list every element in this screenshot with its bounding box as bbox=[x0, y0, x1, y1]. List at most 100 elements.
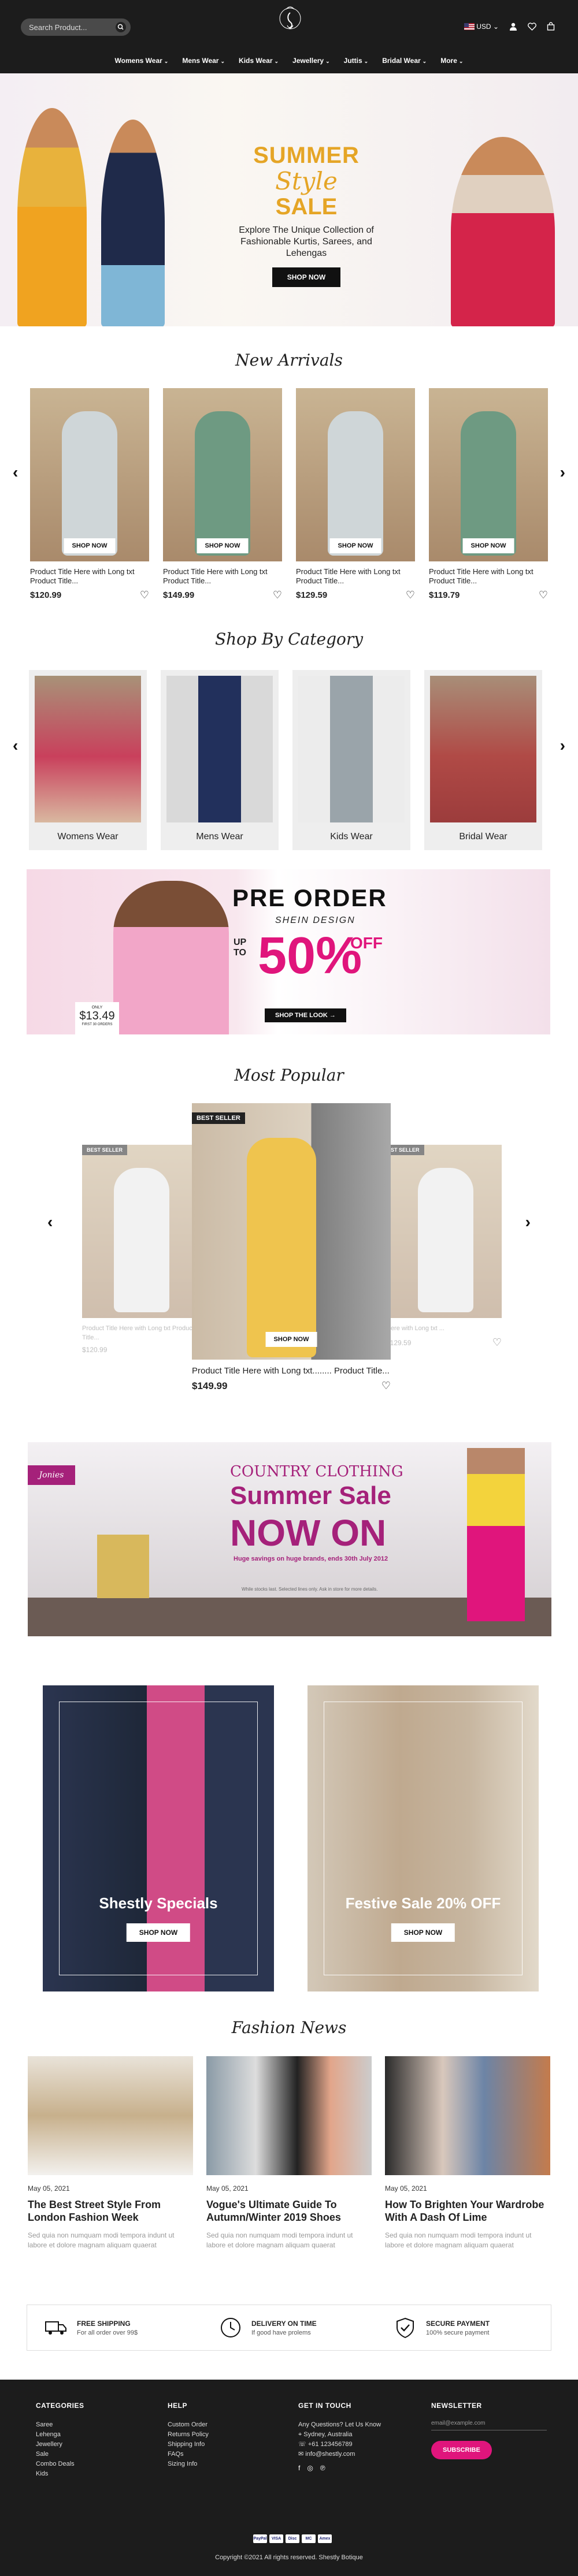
footer-link[interactable]: Kids bbox=[36, 2469, 84, 2479]
product-title[interactable]: Product Title Here with Long txt Product… bbox=[296, 567, 415, 586]
cart-bag-icon[interactable] bbox=[547, 22, 555, 31]
category-card-mens[interactable]: Mens Wear bbox=[161, 670, 279, 850]
heart-icon[interactable]: ♡ bbox=[381, 1380, 391, 1392]
promo-festive-sale[interactable]: Festive Sale 20% OFF SHOP NOW bbox=[307, 1685, 539, 1991]
newsletter-email-input[interactable]: email@example.com bbox=[431, 2420, 547, 2430]
nav-mens-wear[interactable]: Mens Wear ⌄ bbox=[182, 57, 225, 65]
footer-link[interactable]: Custom Order bbox=[168, 2420, 209, 2430]
carousel-prev-arrow[interactable]: ‹ bbox=[13, 463, 18, 482]
subscribe-button[interactable]: SUBSCRIBE bbox=[431, 2441, 492, 2459]
hero-shop-now-button[interactable]: SHOP NOW bbox=[272, 267, 341, 287]
footer-link[interactable]: Sale bbox=[36, 2450, 84, 2459]
nav-womens-wear[interactable]: Womens Wear ⌄ bbox=[115, 57, 169, 65]
currency-selector[interactable]: USD ⌄ bbox=[464, 23, 499, 31]
category-label[interactable]: Bridal Wear bbox=[424, 828, 542, 850]
product-card[interactable]: SHOP NOW Product Title Here with Long tx… bbox=[296, 388, 415, 601]
footer-link[interactable]: Combo Deals bbox=[36, 2459, 84, 2469]
news-title[interactable]: Vogue's Ultimate Guide To Autumn/Winter … bbox=[206, 2198, 372, 2224]
nav-jewellery[interactable]: Jewellery ⌄ bbox=[292, 57, 330, 65]
shop-now-button[interactable]: SHOP NOW bbox=[391, 1923, 455, 1942]
heart-icon[interactable]: ♡ bbox=[539, 589, 548, 601]
category-label[interactable]: Kids Wear bbox=[292, 828, 410, 850]
news-title[interactable]: The Best Street Style From London Fashio… bbox=[28, 2198, 193, 2224]
news-date: May 05, 2021 bbox=[28, 2184, 70, 2192]
truck-icon bbox=[45, 2321, 66, 2335]
shop-now-button[interactable]: SHOP NOW bbox=[265, 1332, 317, 1347]
category-card-womens[interactable]: Womens Wear bbox=[29, 670, 147, 850]
nav-kids-wear[interactable]: Kids Wear ⌄ bbox=[239, 57, 279, 65]
product-title[interactable]: Product Title Here with Long txt Product… bbox=[30, 567, 149, 586]
wishlist-heart-icon[interactable] bbox=[528, 22, 536, 31]
product-image[interactable]: SHOP NOW bbox=[296, 388, 415, 561]
shop-now-button[interactable]: SHOP NOW bbox=[197, 538, 249, 553]
category-label[interactable]: Womens Wear bbox=[29, 828, 147, 850]
nav-bridal-wear[interactable]: Bridal Wear ⌄ bbox=[382, 57, 427, 65]
news-title[interactable]: How To Brighten Your Wardrobe With A Das… bbox=[385, 2198, 550, 2224]
promo-shestly-specials[interactable]: Shestly Specials SHOP NOW bbox=[43, 1685, 274, 1991]
popular-prev-arrow[interactable]: ‹ bbox=[47, 1213, 53, 1231]
footer-link[interactable]: Returns Policy bbox=[168, 2430, 209, 2440]
news-image[interactable] bbox=[385, 2056, 550, 2175]
heart-icon[interactable]: ♡ bbox=[140, 589, 149, 601]
preorder-banner[interactable]: ONLY $13.49 FIRST 30 ORDERS PRE ORDER SH… bbox=[27, 869, 550, 1034]
footer-link[interactable]: Shipping Info bbox=[168, 2440, 209, 2450]
pinterest-icon[interactable]: ℗ bbox=[320, 2464, 325, 2472]
product-title[interactable]: Product Title Here with Long txt Product… bbox=[163, 567, 282, 586]
instagram-icon[interactable]: ◎ bbox=[307, 2464, 313, 2472]
product-image[interactable]: SHOP NOW bbox=[429, 388, 548, 561]
currency-label: USD bbox=[476, 22, 491, 31]
category-next-arrow[interactable]: › bbox=[560, 736, 565, 755]
category-label[interactable]: Mens Wear bbox=[161, 828, 279, 850]
child-model-image bbox=[467, 1448, 525, 1621]
category-card-bridal[interactable]: Bridal Wear bbox=[424, 670, 542, 850]
product-image[interactable]: SHOP NOW bbox=[30, 388, 149, 561]
footer-link[interactable]: Lehenga bbox=[36, 2430, 84, 2440]
news-card[interactable]: May 05, 2021 Vogue's Ultimate Guide To A… bbox=[206, 2056, 372, 2250]
product-card[interactable]: SHOP NOW Product Title Here with Long tx… bbox=[163, 388, 282, 601]
search-icon[interactable] bbox=[116, 22, 126, 32]
footer-link[interactable]: Sizing Info bbox=[168, 2459, 209, 2469]
product-title[interactable]: Product Title Here with Long txt Product… bbox=[429, 567, 548, 586]
product-title[interactable]: Product Title Here with Long txt........… bbox=[192, 1365, 391, 1376]
shop-now-button[interactable]: SHOP NOW bbox=[462, 538, 514, 553]
news-card[interactable]: May 05, 2021 The Best Street Style From … bbox=[28, 2056, 193, 2250]
footer-link[interactable]: Jewellery bbox=[36, 2440, 84, 2450]
feature-secure-payment: SECURE PAYMENT 100% secure payment bbox=[376, 2305, 551, 2350]
facebook-icon[interactable]: f bbox=[298, 2464, 300, 2472]
footer-link[interactable]: Saree bbox=[36, 2420, 84, 2430]
main-nav: Womens Wear ⌄ Mens Wear ⌄ Kids Wear ⌄ Jewel… bbox=[0, 57, 578, 65]
product-card-side-right[interactable]: ST SELLER Here with Long txt ... $129.59… bbox=[386, 1145, 502, 1349]
product-card-featured[interactable]: BEST SELLER SHOP NOW Product Title Here … bbox=[192, 1103, 391, 1392]
product-card[interactable]: SHOP NOW Product Title Here with Long tx… bbox=[429, 388, 548, 601]
search-input[interactable]: Search Product... bbox=[21, 18, 131, 36]
preorder-off: OFF bbox=[350, 934, 383, 952]
popular-next-arrow[interactable]: › bbox=[525, 1213, 531, 1231]
country-clothing-banner[interactable]: Jonies COUNTRY CLOTHING Summer Sale NOW … bbox=[28, 1442, 551, 1636]
carousel-next-arrow[interactable]: › bbox=[560, 463, 565, 482]
news-card[interactable]: May 05, 2021 How To Brighten Your Wardro… bbox=[385, 2056, 550, 2250]
promo-title: Festive Sale 20% OFF bbox=[345, 1894, 501, 1912]
heart-icon[interactable]: ♡ bbox=[406, 589, 415, 601]
shop-the-look-button[interactable]: SHOP THE LOOK → bbox=[265, 1008, 346, 1022]
footer-link[interactable]: FAQs bbox=[168, 2450, 209, 2459]
user-icon[interactable] bbox=[509, 23, 517, 31]
category-card-kids[interactable]: Kids Wear bbox=[292, 670, 410, 850]
heart-icon[interactable]: ♡ bbox=[273, 589, 282, 601]
product-card-side-left[interactable]: BEST SELLER Product Title Here with Long… bbox=[82, 1145, 198, 1354]
product-card[interactable]: SHOP NOW Product Title Here with Long tx… bbox=[30, 388, 149, 601]
best-seller-badge: ST SELLER bbox=[386, 1145, 424, 1155]
news-image[interactable] bbox=[28, 2056, 193, 2175]
heart-icon[interactable]: ♡ bbox=[492, 1337, 502, 1349]
best-seller-badge: BEST SELLER bbox=[192, 1112, 245, 1124]
site-header: Search Product... USD ⌄ Womens Wear ⌄ Men… bbox=[0, 0, 578, 73]
shop-now-button[interactable]: SHOP NOW bbox=[64, 538, 116, 553]
shop-now-button[interactable]: SHOP NOW bbox=[126, 1923, 191, 1942]
news-image[interactable] bbox=[206, 2056, 372, 2175]
shop-now-button[interactable]: SHOP NOW bbox=[329, 538, 381, 553]
category-prev-arrow[interactable]: ‹ bbox=[13, 736, 18, 755]
shield-check-icon bbox=[397, 2317, 414, 2339]
product-image[interactable]: SHOP NOW bbox=[163, 388, 282, 561]
nav-juttis[interactable]: Juttis ⌄ bbox=[344, 57, 369, 65]
nav-more[interactable]: More ⌄ bbox=[440, 57, 463, 65]
brand-logo[interactable] bbox=[275, 2, 306, 37]
